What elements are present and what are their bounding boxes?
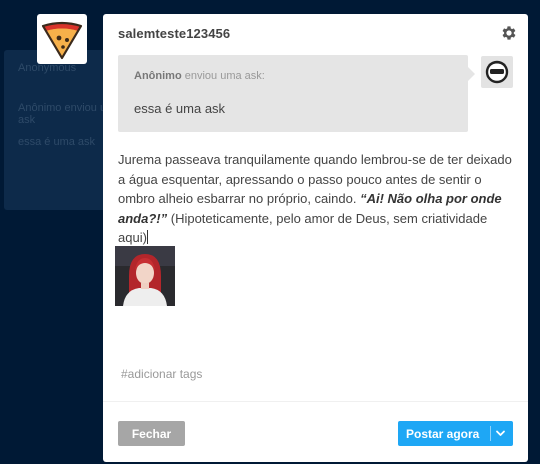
text-cursor [146, 230, 148, 244]
answer-photo[interactable] [115, 246, 175, 306]
ask-meta-suffix: enviou uma ask: [181, 70, 265, 82]
asker-name: Anônimo [134, 70, 182, 82]
gear-icon[interactable] [500, 24, 518, 42]
post-now-button[interactable]: Postar agora [398, 421, 513, 446]
post-now-label: Postar agora [406, 427, 480, 441]
answer-text-part2: (Hipoteticamente, pelo amor de Deus, sem… [118, 210, 488, 246]
footer-divider [103, 401, 528, 402]
blog-avatar[interactable] [37, 14, 87, 64]
tags-input[interactable]: #adicionar tags [121, 367, 202, 381]
pizza-slice-avatar-icon [41, 21, 83, 60]
post-editor-card: salemteste123456 Anônimo enviou uma ask:… [103, 14, 528, 462]
photo-portrait-image [115, 246, 175, 306]
close-button[interactable]: Fechar [118, 421, 185, 446]
ask-question-box: Anônimo enviou uma ask: essa é uma ask [118, 55, 475, 132]
blog-name[interactable]: salemteste123456 [118, 26, 230, 41]
chevron-down-icon[interactable] [493, 427, 508, 440]
ask-meta: Anônimo enviou uma ask: [134, 70, 265, 82]
anonymous-sunglasses-avatar-icon [485, 60, 509, 84]
background-row-2: essa é uma ask [18, 136, 96, 148]
answer-text[interactable]: Jurema passeava tranquilamente quando le… [118, 150, 518, 248]
ask-question-text: essa é uma ask [134, 101, 226, 116]
asker-avatar [481, 56, 513, 88]
post-button-separator [490, 426, 491, 441]
